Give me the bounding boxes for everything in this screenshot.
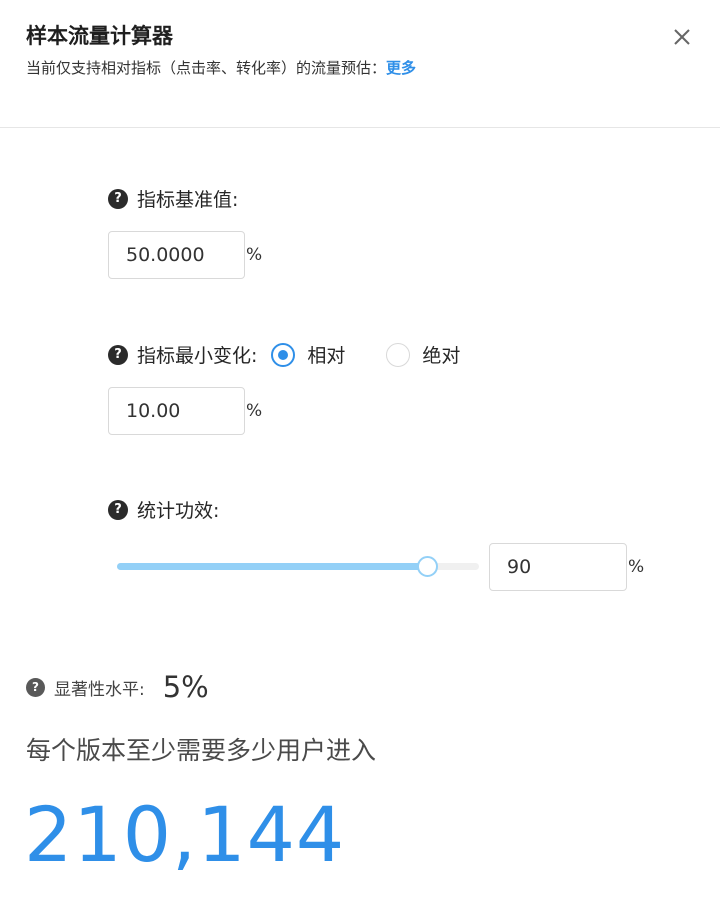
close-button[interactable] <box>667 22 697 52</box>
min-change-unit: % <box>246 401 263 421</box>
radio-absolute-circle <box>386 342 411 367</box>
power-slider-handle[interactable] <box>417 556 439 577</box>
baseline-input[interactable] <box>108 231 245 279</box>
result-value: 210,144 <box>24 790 346 879</box>
radio-absolute[interactable]: 绝对 <box>386 341 460 368</box>
power-slider[interactable] <box>117 556 479 577</box>
min-change-input[interactable] <box>108 387 245 435</box>
power-label: 统计功效: <box>137 500 220 522</box>
help-icon[interactable]: ? <box>108 344 128 365</box>
help-icon[interactable]: ? <box>108 188 128 209</box>
help-icon[interactable]: ? <box>26 677 45 697</box>
radio-relative[interactable]: 相对 <box>271 341 345 368</box>
baseline-label-row: ? 指标基准值: <box>108 185 238 212</box>
result-label: 每个版本至少需要多少用户进入 <box>26 736 377 765</box>
close-icon <box>674 29 690 45</box>
dialog-title: 样本流量计算器 <box>26 24 173 48</box>
radio-relative-label: 相对 <box>307 345 346 367</box>
header-divider <box>0 127 720 128</box>
radio-absolute-label: 绝对 <box>422 345 461 367</box>
min-change-label-row: ? 指标最小变化: 相对 绝对 <box>108 341 460 368</box>
power-label-row: ? 统计功效: <box>108 496 219 523</box>
dialog-header: 样本流量计算器 当前仅支持相对指标（点击率、转化率）的流量预估：更多 <box>0 0 720 128</box>
help-icon[interactable]: ? <box>108 499 128 520</box>
significance-label: 显著性水平: <box>54 679 145 700</box>
power-input[interactable] <box>489 543 627 591</box>
baseline-unit: % <box>246 245 263 265</box>
subtitle-text: 当前仅支持相对指标（点击率、转化率）的流量预估： <box>26 59 387 77</box>
power-unit: % <box>628 557 645 577</box>
radio-relative-circle <box>271 342 296 367</box>
power-slider-fill <box>117 563 428 570</box>
min-change-label: 指标最小变化: <box>137 345 258 367</box>
dialog-subtitle: 当前仅支持相对指标（点击率、转化率）的流量预估：更多 <box>26 57 416 78</box>
baseline-label: 指标基准值: <box>137 189 239 211</box>
significance-row: ? 显著性水平: 5% <box>26 670 209 704</box>
more-link[interactable]: 更多 <box>386 59 416 77</box>
significance-value: 5% <box>162 670 209 704</box>
